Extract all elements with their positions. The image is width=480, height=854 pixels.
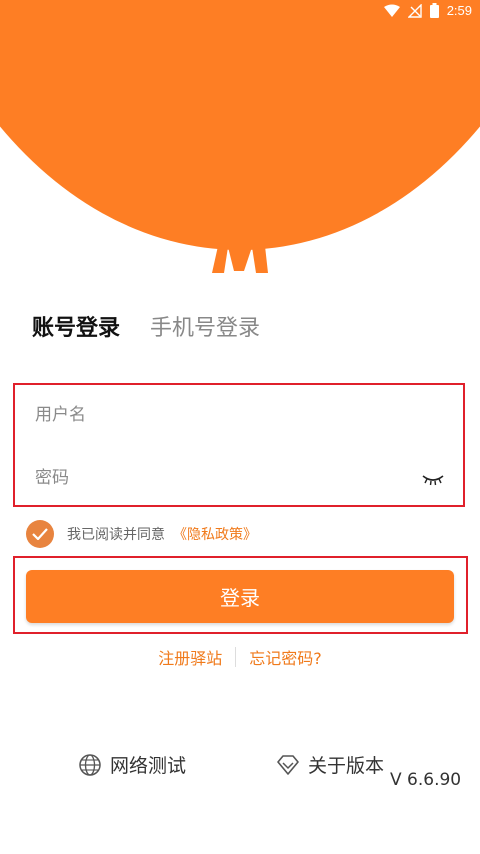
agreement-text: 我已阅读并同意 [67, 527, 165, 543]
globe-icon [79, 753, 101, 776]
network-test-button[interactable]: 网络测试 [78, 751, 186, 778]
auxiliary-links: 注册驿站 忘记密码? [0, 645, 480, 669]
login-form [13, 383, 465, 507]
check-icon [32, 528, 48, 540]
eye-closed-icon[interactable] [421, 468, 445, 488]
username-row [33, 395, 445, 435]
signal-icon [407, 3, 422, 18]
header-background [0, 0, 480, 250]
diamond-icon [277, 754, 299, 775]
version-number: V 6.6.90 [390, 770, 462, 790]
status-time: 2:59 [446, 3, 472, 18]
battery-icon [429, 3, 439, 18]
forgot-password-link[interactable]: 忘记密码? [249, 645, 322, 669]
status-bar: 2:59 [0, 0, 480, 24]
login-tabs: 账号登录 手机号登录 [32, 310, 260, 342]
links-divider [235, 647, 237, 667]
agreement-row: 我已阅读并同意 《隐私政策》 [26, 520, 257, 548]
register-link[interactable]: 注册驿站 [158, 645, 222, 669]
logo-m-icon [212, 219, 268, 273]
network-test-label: 网络测试 [110, 755, 187, 777]
wifi-icon [383, 4, 400, 17]
about-version-button[interactable]: 关于版本 [276, 751, 384, 778]
privacy-policy-link[interactable]: 《隐私政策》 [173, 524, 257, 544]
about-version-label: 关于版本 [308, 755, 385, 777]
agree-checkbox[interactable] [26, 520, 54, 548]
login-screen: 2:59 账号登录 手机号登录 我已阅读并同意 [0, 0, 480, 854]
login-button[interactable]: 登录 [26, 570, 454, 623]
tab-phone-login[interactable]: 手机号登录 [150, 310, 260, 342]
password-input[interactable] [33, 467, 445, 489]
username-input[interactable] [33, 404, 445, 426]
password-row [33, 458, 445, 498]
tab-account-login[interactable]: 账号登录 [32, 310, 120, 342]
